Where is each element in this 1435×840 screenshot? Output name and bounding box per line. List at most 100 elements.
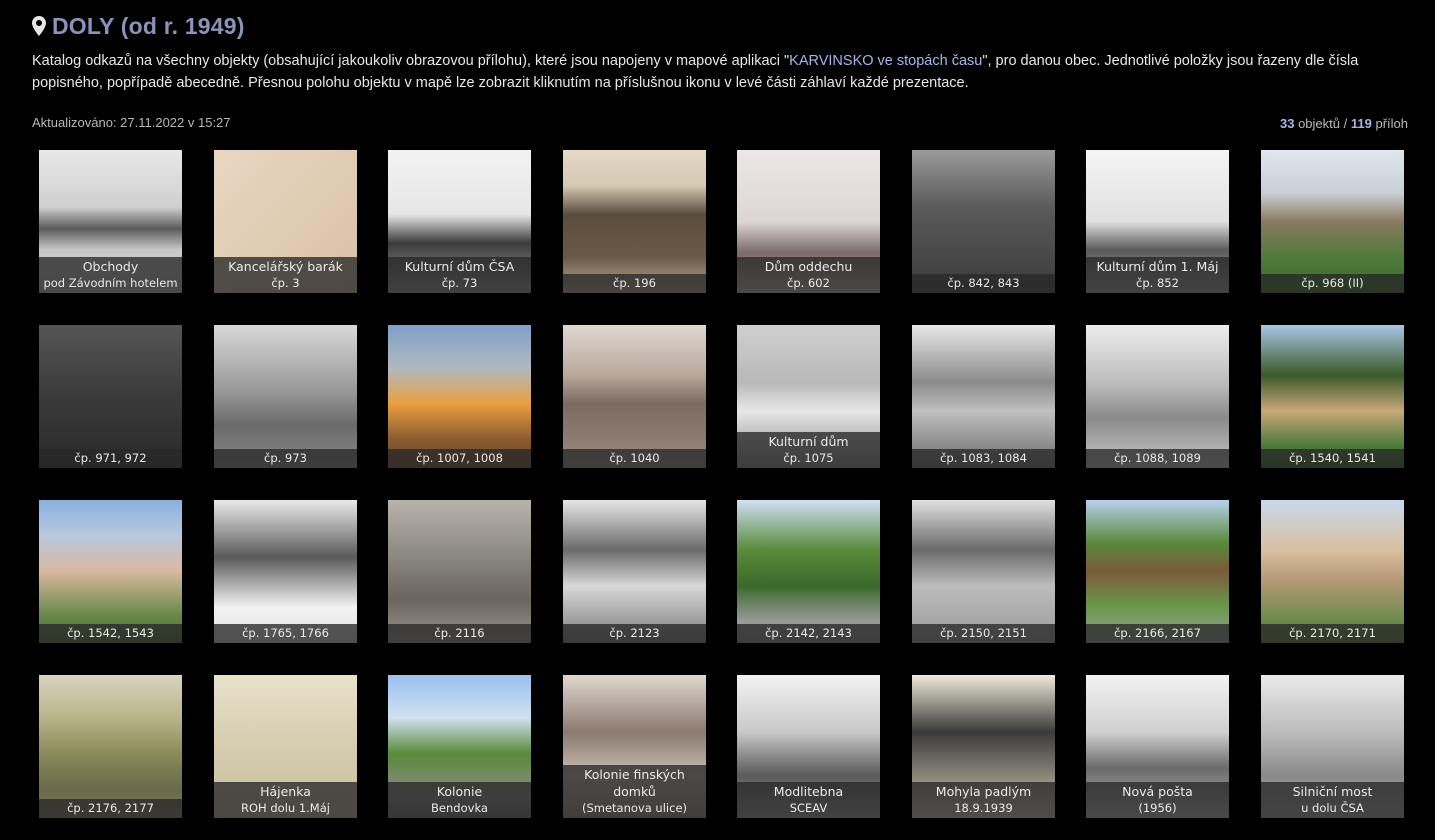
tile-caption: čp. 968 (II) (1261, 274, 1404, 293)
tile-thumbnail (1086, 325, 1229, 468)
gallery-tile[interactable]: čp. 1083, 1084 (912, 325, 1055, 468)
updated-timestamp: Aktualizováno: 27.11.2022 v 15:27 (32, 115, 231, 130)
tile-caption: čp. 2123 (563, 624, 706, 643)
tile-caption: čp. 1540, 1541 (1261, 449, 1404, 468)
tile-title: Dům oddechu (764, 259, 853, 274)
tile-caption: Hájenka ROH dolu 1.Máj (214, 782, 357, 818)
tile-caption: čp. 1088, 1089 (1086, 449, 1229, 468)
gallery-tile[interactable]: čp. 1540, 1541 (1261, 325, 1404, 468)
tile-subtitle: čp. 1040 (609, 451, 660, 465)
gallery-tile[interactable]: čp. 2170, 2171 (1261, 500, 1404, 643)
tile-subtitle: čp. 1083, 1084 (940, 451, 1027, 465)
gallery-tile[interactable]: čp. 1542, 1543 (39, 500, 182, 643)
gallery-tile[interactable]: Kulturní dům ČSA čp. 73 (388, 150, 531, 293)
gallery-tile[interactable]: čp. 968 (II) (1261, 150, 1404, 293)
tile-thumbnail (1261, 325, 1404, 468)
tile-thumbnail (388, 325, 531, 468)
tile-caption: Kulturní dům ČSA čp. 73 (388, 257, 531, 293)
tile-thumbnail (563, 325, 706, 468)
tile-title: Kancelářský barák (228, 259, 343, 274)
gallery-tile[interactable]: čp. 2142, 2143 (737, 500, 880, 643)
gallery-tile[interactable]: čp. 1765, 1766 (214, 500, 357, 643)
tile-caption: čp. 971, 972 (39, 449, 182, 468)
page-description: Katalog odkazů na všechny objekty (obsah… (32, 53, 1359, 91)
gallery-tile[interactable]: čp. 1040 (563, 325, 706, 468)
tile-subtitle: čp. 852 (1136, 276, 1179, 290)
tile-thumbnail (912, 325, 1055, 468)
tile-title: Kulturní dům ČSA (404, 259, 515, 274)
tile-thumbnail (214, 325, 357, 468)
tile-thumbnail (1086, 500, 1229, 643)
tile-subtitle: čp. 2176, 2177 (67, 801, 154, 815)
tile-caption: čp. 2150, 2151 (912, 624, 1055, 643)
gallery-tile[interactable]: čp. 2116 (388, 500, 531, 643)
tile-thumbnail (563, 500, 706, 643)
tile-subtitle: čp. 602 (787, 276, 830, 290)
tile-caption: čp. 2176, 2177 (39, 799, 182, 818)
tile-caption: čp. 1007, 1008 (388, 449, 531, 468)
tile-caption: čp. 196 (563, 274, 706, 293)
tile-subtitle: čp. 968 (II) (1301, 276, 1364, 290)
gallery-tile[interactable]: čp. 196 (563, 150, 706, 293)
gallery-tile[interactable]: Modlitebna SCEAV (737, 675, 880, 818)
gallery-tile[interactable]: Kulturní dům čp. 1075 (737, 325, 880, 468)
tile-subtitle: čp. 842, 843 (947, 276, 1020, 290)
tile-subtitle: čp. 2170, 2171 (1289, 626, 1376, 640)
gallery-tile[interactable]: čp. 1088, 1089 (1086, 325, 1229, 468)
gallery-tile[interactable]: Silniční most u dolu ČSA (1261, 675, 1404, 818)
object-counts: 33 objektů / 119 příloh (1279, 116, 1408, 131)
tile-subtitle: čp. 73 (441, 276, 478, 290)
gallery-tile[interactable]: čp. 842, 843 (912, 150, 1055, 293)
tile-caption: čp. 842, 843 (912, 274, 1055, 293)
tile-caption: Kancelářský barák čp. 3 (214, 257, 357, 293)
page-header: DOLY (od r. 1949) (32, 10, 245, 42)
tile-subtitle: čp. 2116 (434, 626, 485, 640)
gallery-tile[interactable]: čp. 2176, 2177 (39, 675, 182, 818)
tile-subtitle: čp. 973 (264, 451, 307, 465)
tile-caption: Nová pošta (1956) (1086, 782, 1229, 818)
tile-caption: čp. 973 (214, 449, 357, 468)
gallery-tile[interactable]: Kancelářský barák čp. 3 (214, 150, 357, 293)
gallery-tile[interactable]: čp. 2150, 2151 (912, 500, 1055, 643)
karvinsko-app-link[interactable]: KARVINSKO ve stopách času (789, 53, 982, 69)
gallery-tile[interactable]: Nová pošta (1956) (1086, 675, 1229, 818)
gallery-tile[interactable]: Hájenka ROH dolu 1.Máj (214, 675, 357, 818)
tile-thumbnail (737, 500, 880, 643)
gallery-tile[interactable]: Dům oddechu čp. 602 (737, 150, 880, 293)
tile-title: Obchody (82, 259, 139, 274)
tile-subtitle: čp. 2150, 2151 (940, 626, 1027, 640)
tile-caption: čp. 2166, 2167 (1086, 624, 1229, 643)
tile-title: Kolonie finských domků (584, 767, 685, 799)
tile-thumbnail (388, 500, 531, 643)
tile-thumbnail (1261, 150, 1404, 293)
tile-thumbnail (912, 500, 1055, 643)
gallery-tile[interactable]: čp. 2166, 2167 (1086, 500, 1229, 643)
gallery-tile[interactable]: čp. 2123 (563, 500, 706, 643)
tile-title: Nová pošta (1122, 784, 1193, 799)
tile-subtitle: čp. 2123 (609, 626, 660, 640)
tile-title: Mohyla padlým (935, 784, 1032, 799)
gallery-tile[interactable]: čp. 971, 972 (39, 325, 182, 468)
tile-subtitle: Bendovka (431, 801, 488, 815)
tile-caption: Obchody pod Závodním hotelem (39, 257, 182, 293)
map-marker-icon (32, 16, 46, 36)
gallery-tile[interactable]: Kolonie Bendovka (388, 675, 531, 818)
tile-caption: Mohyla padlým 18.9.1939 (912, 782, 1055, 818)
tile-title: Hájenka (260, 784, 311, 799)
tile-title: Modlitebna (773, 784, 844, 799)
gallery-tile[interactable]: Kolonie finských domků (Smetanova ulice) (563, 675, 706, 818)
tile-subtitle: čp. 2142, 2143 (765, 626, 852, 640)
tile-title: Silniční most (1292, 784, 1373, 799)
gallery-tile[interactable]: Kulturní dům 1. Máj čp. 852 (1086, 150, 1229, 293)
gallery-tile[interactable]: čp. 1007, 1008 (388, 325, 531, 468)
tile-caption: Silniční most u dolu ČSA (1261, 782, 1404, 818)
gallery-tile[interactable]: Mohyla padlým 18.9.1939 (912, 675, 1055, 818)
tile-caption: čp. 1040 (563, 449, 706, 468)
gallery-tile[interactable]: Obchody pod Závodním hotelem (39, 150, 182, 293)
tile-subtitle: 18.9.1939 (954, 801, 1013, 815)
tile-subtitle: čp. 3 (271, 276, 300, 290)
tile-caption: čp. 1083, 1084 (912, 449, 1055, 468)
tile-subtitle: čp. 2166, 2167 (1114, 626, 1201, 640)
tile-title: Kulturní dům (768, 434, 849, 449)
gallery-tile[interactable]: čp. 973 (214, 325, 357, 468)
